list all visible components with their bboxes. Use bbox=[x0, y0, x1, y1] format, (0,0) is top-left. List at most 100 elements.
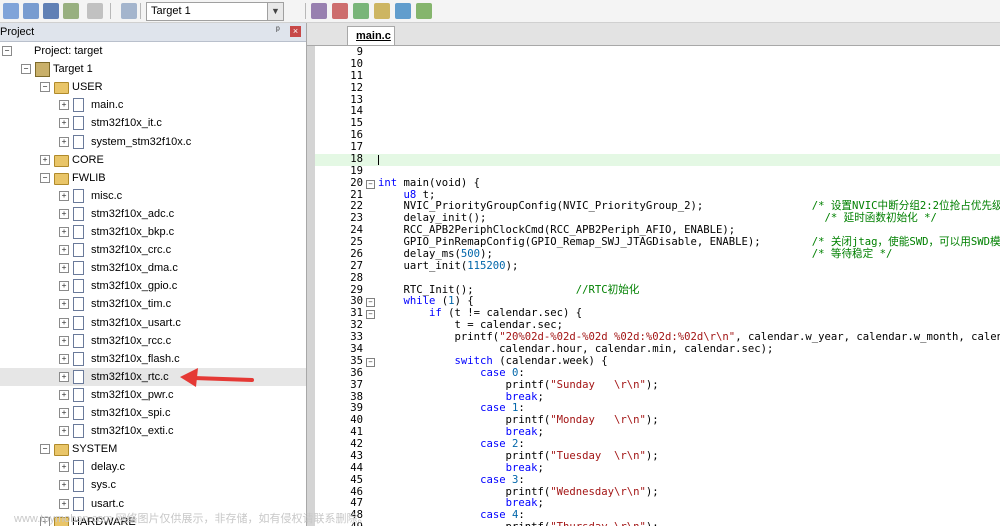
green-check-icon[interactable] bbox=[416, 3, 432, 19]
tree-item[interactable]: + main.c bbox=[0, 96, 306, 114]
file-icon bbox=[73, 406, 84, 420]
target-select[interactable]: Target 1 ▼ bbox=[146, 2, 284, 21]
expand-icon[interactable]: + bbox=[59, 100, 69, 111]
expand-icon[interactable]: + bbox=[59, 245, 69, 256]
expand-icon[interactable]: + bbox=[59, 408, 69, 418]
expand-icon[interactable]: + bbox=[59, 371, 69, 382]
close-icon[interactable]: × bbox=[290, 26, 301, 37]
collapse-icon[interactable]: − bbox=[21, 64, 31, 75]
tree-item[interactable]: − FWLIB bbox=[0, 169, 306, 187]
fold-toggle-icon[interactable]: − bbox=[366, 310, 375, 320]
expand-icon[interactable]: + bbox=[59, 299, 69, 310]
tree-item[interactable]: + stm32f10x_adc.c bbox=[0, 205, 306, 223]
tree-item[interactable]: + stm32f10x_rcc.c bbox=[0, 332, 306, 350]
code-line[interactable]: 37 printf("Sunday \r\n"); bbox=[315, 379, 1000, 392]
collapse-icon[interactable]: − bbox=[2, 46, 12, 56]
fold-toggle-icon[interactable]: − bbox=[366, 179, 375, 189]
target-options-icon[interactable] bbox=[311, 3, 327, 19]
code-line[interactable]: 11 bbox=[315, 70, 1000, 83]
fold-toggle-icon[interactable]: − bbox=[366, 298, 375, 308]
file-icon bbox=[73, 206, 84, 221]
code-line[interactable]: 49 printf("Thursday \r\n"); bbox=[315, 521, 1000, 526]
expand-icon[interactable]: + bbox=[59, 118, 69, 129]
code-line[interactable]: 14 bbox=[315, 106, 1000, 118]
load-icon[interactable] bbox=[121, 3, 137, 19]
expand-icon[interactable]: + bbox=[59, 317, 69, 328]
file-icon bbox=[73, 351, 84, 366]
code-line[interactable]: 19 bbox=[315, 165, 1000, 178]
tree-item-label: USER bbox=[72, 81, 103, 94]
expand-icon[interactable]: + bbox=[59, 389, 69, 400]
batch-build-icon[interactable] bbox=[43, 3, 59, 19]
tree-item[interactable]: + CORE bbox=[0, 151, 306, 169]
collapse-icon[interactable]: − bbox=[40, 444, 50, 455]
download-icon[interactable] bbox=[87, 3, 103, 19]
tree-item[interactable]: − SYSTEM bbox=[0, 440, 306, 458]
select-packs-icon[interactable] bbox=[374, 3, 390, 19]
code-line[interactable]: 17 bbox=[315, 141, 1000, 154]
pack-installer-icon[interactable] bbox=[353, 3, 369, 19]
collapse-icon[interactable]: − bbox=[40, 82, 50, 93]
expand-icon[interactable]: + bbox=[59, 281, 69, 292]
expand-icon[interactable]: + bbox=[59, 227, 69, 237]
expand-icon[interactable]: + bbox=[59, 190, 69, 201]
code-line[interactable]: 9 bbox=[315, 46, 1000, 59]
code-line[interactable]: 35− switch (calendar.week) { bbox=[315, 355, 1000, 368]
build-icon[interactable] bbox=[3, 3, 19, 19]
code-line[interactable]: 15 bbox=[315, 117, 1000, 130]
tree-item-label: sys.c bbox=[91, 479, 117, 492]
pin-icon[interactable]: ᵖ bbox=[276, 25, 280, 36]
expand-icon[interactable]: + bbox=[59, 263, 69, 274]
code-line[interactable]: 10 bbox=[315, 58, 1000, 71]
collapse-icon[interactable]: − bbox=[40, 172, 50, 183]
rebuild-icon[interactable] bbox=[23, 3, 39, 19]
tree-item[interactable]: − Project: target bbox=[0, 42, 306, 60]
code-line[interactable]: 43 printf("Tuesday \r\n"); bbox=[315, 450, 1000, 463]
tree-item[interactable]: + stm32f10x_exti.c bbox=[0, 422, 306, 440]
tree-item[interactable]: + stm32f10x_usart.c bbox=[0, 314, 306, 332]
tree-item[interactable]: + system_stm32f10x.c bbox=[0, 133, 306, 151]
code-line[interactable]: 20− int main(void) { bbox=[315, 177, 1000, 190]
debug-icon[interactable] bbox=[395, 3, 411, 19]
tree-item[interactable]: + stm32f10x_rtc.c bbox=[0, 367, 306, 386]
tree-item[interactable]: + delay.c bbox=[0, 458, 306, 476]
expand-icon[interactable]: + bbox=[40, 154, 50, 165]
expand-icon[interactable]: + bbox=[59, 498, 69, 509]
manage-components-icon[interactable] bbox=[332, 3, 348, 19]
tree-item[interactable]: + stm32f10x_crc.c bbox=[0, 241, 306, 259]
code-line[interactable]: 12 bbox=[315, 82, 1000, 95]
expand-icon[interactable]: + bbox=[59, 136, 69, 147]
expand-icon[interactable]: + bbox=[59, 208, 69, 219]
tree-item[interactable]: + misc.c bbox=[0, 187, 306, 205]
tree-item[interactable]: − Target 1 bbox=[0, 60, 306, 78]
tab-main-c[interactable]: main.c bbox=[347, 26, 395, 45]
tree-item[interactable]: + stm32f10x_spi.c bbox=[0, 404, 306, 422]
tree-item[interactable]: − USER bbox=[0, 78, 306, 96]
code-line[interactable]: 44 break; bbox=[315, 462, 1000, 475]
code-line[interactable]: 16 bbox=[315, 129, 1000, 142]
tree-item[interactable]: + stm32f10x_pwr.c bbox=[0, 386, 306, 404]
code-area[interactable]: 9 10 11 12 13 14 15 16 17 18 19 20− int main(void) {… bbox=[315, 46, 1000, 526]
tree-item[interactable]: + sys.c bbox=[0, 476, 306, 494]
expand-icon[interactable]: + bbox=[59, 353, 69, 364]
stack-icon[interactable] bbox=[63, 3, 79, 19]
expand-icon[interactable]: + bbox=[59, 480, 69, 491]
fold-toggle-icon[interactable]: − bbox=[366, 357, 375, 367]
tree-item[interactable]: + stm32f10x_flash.c bbox=[0, 350, 306, 368]
code-line[interactable]: 18 bbox=[315, 153, 1000, 166]
code-line[interactable]: 27 uart_init(115200); bbox=[315, 260, 1000, 273]
tree-item[interactable]: + stm32f10x_tim.c bbox=[0, 295, 306, 313]
tree-item[interactable]: + stm32f10x_it.c bbox=[0, 114, 306, 132]
chevron-down-icon[interactable]: ▼ bbox=[267, 3, 283, 20]
code-line[interactable]: 45 case 3: bbox=[315, 474, 1000, 487]
tree-item[interactable]: + stm32f10x_gpio.c bbox=[0, 277, 306, 295]
tree-item[interactable]: + stm32f10x_bkp.c bbox=[0, 223, 306, 241]
code-line[interactable]: 36 case 0: bbox=[315, 367, 1000, 380]
expand-icon[interactable]: + bbox=[59, 462, 69, 473]
expand-icon[interactable]: + bbox=[59, 426, 69, 437]
code-line[interactable]: 28 bbox=[315, 272, 1000, 285]
code-line[interactable]: 13 bbox=[315, 94, 1000, 107]
tree-item-label: stm32f10x_rcc.c bbox=[91, 334, 172, 347]
tree-item[interactable]: + stm32f10x_dma.c bbox=[0, 259, 306, 277]
expand-icon[interactable]: + bbox=[59, 335, 69, 346]
